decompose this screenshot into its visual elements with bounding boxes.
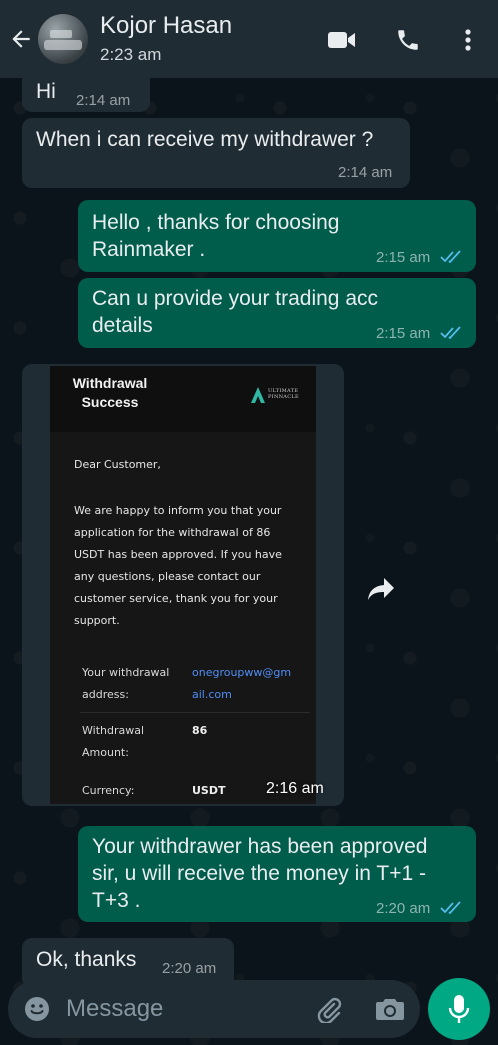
message-time: 2:15 am bbox=[376, 325, 431, 342]
amount-value: 86 bbox=[192, 724, 208, 737]
address-label: Your withdrawal address: bbox=[82, 666, 170, 701]
incoming-message[interactable]: When i can receive my withdrawer ? 2:14 … bbox=[22, 118, 410, 188]
receipt-greeting: Dear Customer, bbox=[74, 458, 161, 471]
message-text: Ok, thanks bbox=[36, 948, 137, 971]
message-time: 2:14 am bbox=[338, 164, 393, 181]
incoming-message[interactable]: Hi 2:14 am bbox=[22, 70, 150, 112]
withdrawal-receipt-image: Withdrawal Success ULTIMATE PINNACLE Dea… bbox=[50, 366, 316, 804]
message-time: 2:16 am bbox=[266, 780, 324, 797]
more-vertical-icon[interactable] bbox=[452, 24, 484, 56]
outgoing-message[interactable]: Can u provide your trading acc details 2… bbox=[78, 278, 476, 348]
receipt-body: We are happy to inform you that your app… bbox=[74, 504, 282, 627]
video-call-icon[interactable] bbox=[326, 24, 358, 56]
message-time: 2:20 am bbox=[162, 960, 217, 977]
currency-value: USDT bbox=[192, 784, 226, 797]
phone-icon[interactable] bbox=[392, 24, 424, 56]
logo-text: ULTIMATE PINNACLE bbox=[268, 388, 299, 400]
message-text: Hello , thanks for choosing Rainmaker . bbox=[92, 211, 340, 261]
receipt-divider bbox=[80, 712, 310, 713]
pinnacle-logo-icon bbox=[251, 387, 265, 403]
avatar[interactable] bbox=[38, 14, 88, 64]
contact-status: 2:23 am bbox=[100, 45, 162, 64]
image-message[interactable]: Withdrawal Success ULTIMATE PINNACLE Dea… bbox=[22, 364, 344, 806]
address-value: onegroupww@gm ail.com bbox=[192, 666, 292, 701]
receipt-header: Withdrawal Success ULTIMATE PINNACLE bbox=[50, 366, 316, 432]
message-input[interactable]: Message bbox=[66, 995, 163, 1023]
chat-header: Kojor Hasan 2:23 am bbox=[0, 0, 498, 78]
message-text: When i can receive my withdrawer ? bbox=[36, 128, 374, 151]
message-composer[interactable]: Message bbox=[8, 980, 420, 1038]
read-receipt-icon bbox=[440, 326, 461, 340]
amount-label: Withdrawal Amount: bbox=[82, 724, 145, 759]
message-time: 2:14 am bbox=[76, 92, 131, 109]
mic-icon bbox=[448, 995, 470, 1023]
back-arrow-icon[interactable] bbox=[6, 22, 36, 56]
outgoing-message[interactable]: Hello , thanks for choosing Rainmaker . … bbox=[78, 200, 476, 272]
camera-icon[interactable] bbox=[374, 994, 406, 1024]
forward-icon[interactable] bbox=[362, 570, 400, 608]
outgoing-message[interactable]: Your withdrawer has been approved sir, u… bbox=[78, 826, 476, 922]
read-receipt-icon bbox=[440, 250, 461, 264]
attach-icon[interactable] bbox=[314, 994, 344, 1024]
read-receipt-icon bbox=[440, 901, 461, 915]
message-time: 2:20 am bbox=[376, 900, 431, 917]
contact-name[interactable]: Kojor Hasan bbox=[100, 12, 232, 40]
mic-button[interactable] bbox=[428, 978, 490, 1040]
message-time: 2:15 am bbox=[376, 249, 431, 266]
emoji-icon[interactable] bbox=[22, 994, 52, 1024]
message-text: Hi bbox=[36, 80, 56, 103]
currency-label: Currency: bbox=[82, 784, 135, 797]
receipt-title: Withdrawal Success bbox=[72, 375, 148, 410]
message-text: Can u provide your trading acc details bbox=[92, 287, 378, 337]
